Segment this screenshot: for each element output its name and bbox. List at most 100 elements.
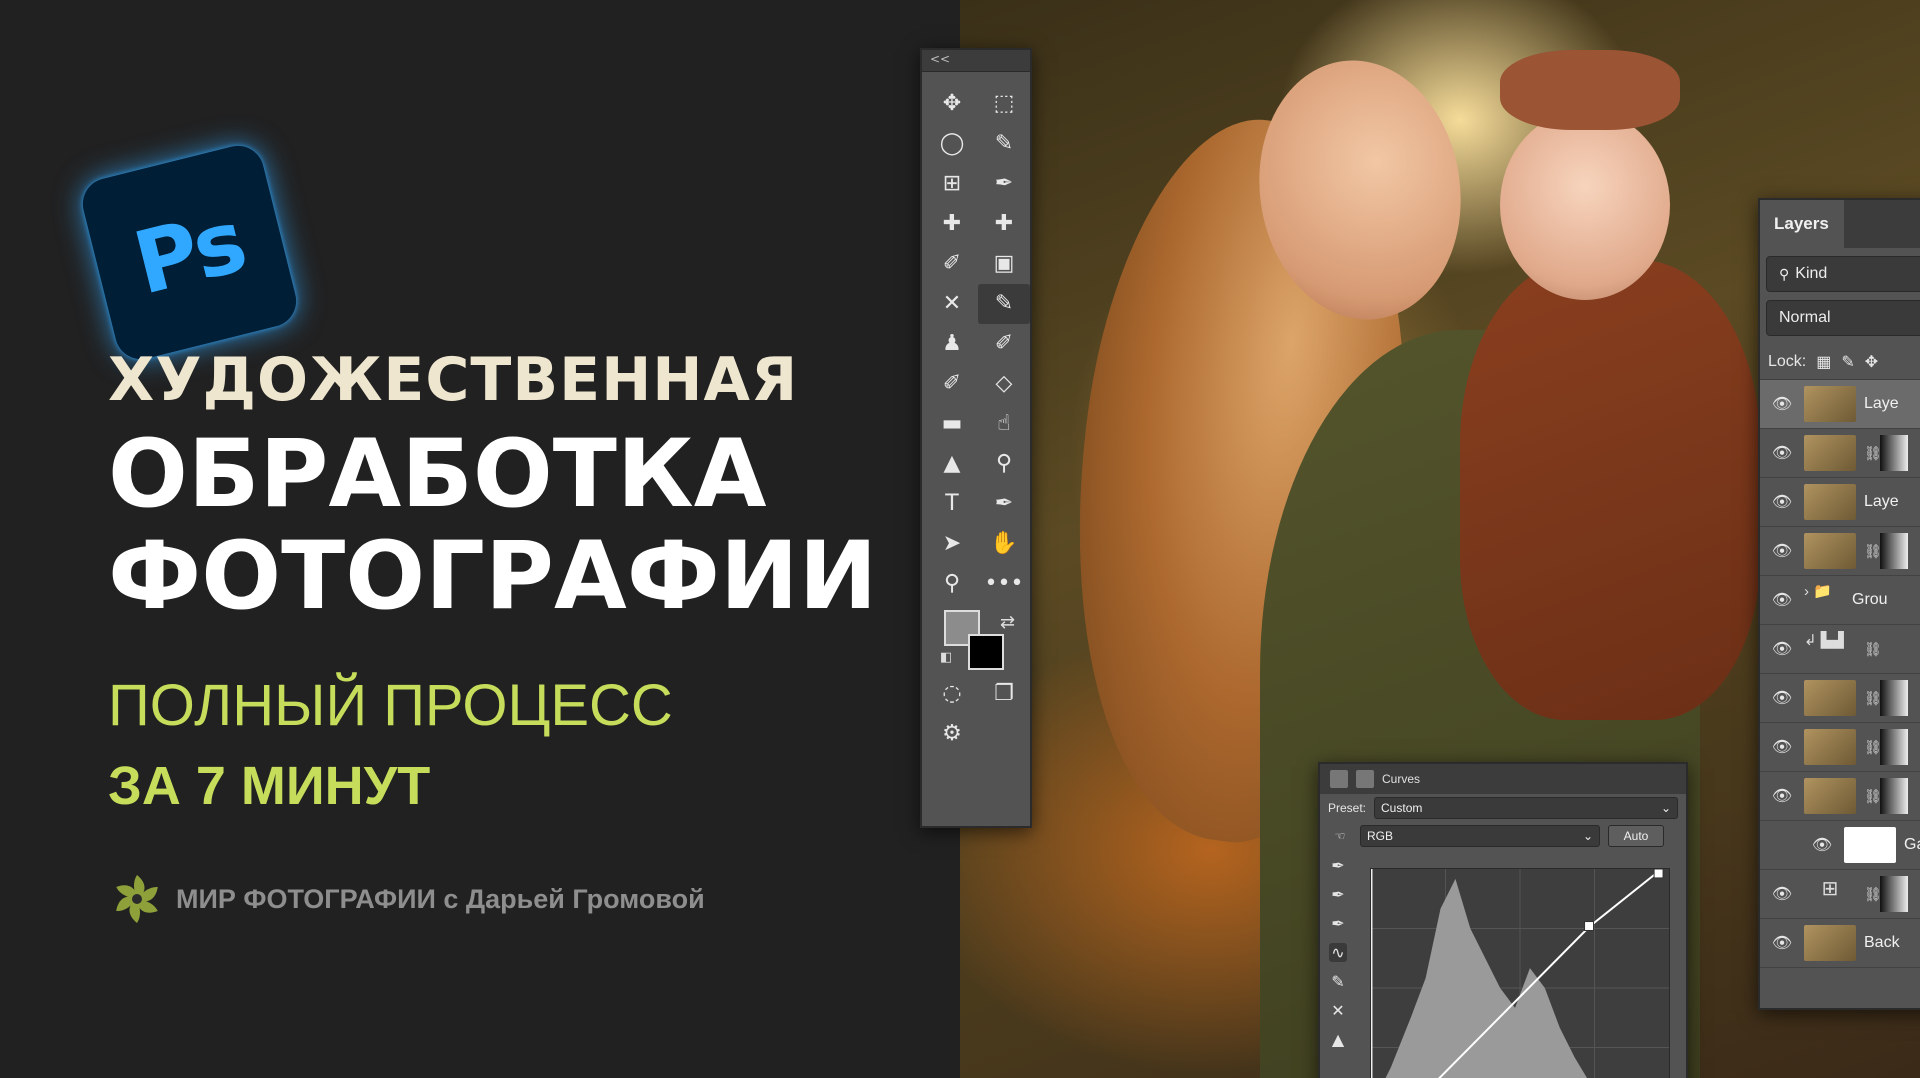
- mask-link-icon[interactable]: ⛓: [1864, 886, 1882, 903]
- curves-graph[interactable]: [1370, 868, 1670, 1078]
- screen-mode-icon[interactable]: ❐: [978, 674, 1030, 714]
- mask-link-icon[interactable]: ⛓: [1864, 641, 1882, 658]
- photoshop-logo-text: Ps: [124, 190, 255, 315]
- visibility-eye-icon[interactable]: 👁: [1760, 688, 1804, 708]
- pen-tool-icon[interactable]: ✒: [978, 484, 1030, 524]
- layer-row[interactable]: 👁 ⛓: [1760, 723, 1920, 772]
- visibility-eye-icon[interactable]: 👁: [1760, 492, 1804, 512]
- title-line-3: ФОТОГРАФИИ: [108, 522, 878, 631]
- kind-filter-dropdown[interactable]: ⚲ Kind: [1766, 256, 1920, 292]
- zoom-tool-icon[interactable]: ⚲: [926, 564, 978, 604]
- object-select-tool-icon[interactable]: ✎: [978, 124, 1030, 164]
- mask-link-icon[interactable]: ⛓: [1864, 445, 1882, 462]
- preset-dropdown[interactable]: Custom ⌄: [1374, 797, 1678, 819]
- move-tool-icon[interactable]: ✥: [926, 84, 978, 124]
- tools-panel-header[interactable]: <<: [922, 50, 1030, 72]
- layer-row[interactable]: 👁 ⛓: [1760, 429, 1920, 478]
- brand-flower-icon: [116, 875, 158, 923]
- layer-mask-thumbnail[interactable]: [1880, 729, 1908, 765]
- layer-mask-thumbnail[interactable]: [1880, 533, 1908, 569]
- clipping-warning-icon[interactable]: ▲: [1332, 1030, 1344, 1049]
- spot-healing-tool-icon[interactable]: ✚: [926, 204, 978, 244]
- channel-dropdown[interactable]: RGB ⌄: [1360, 825, 1600, 847]
- tab-layers[interactable]: Layers: [1760, 200, 1844, 248]
- background-color-swatch[interactable]: [968, 634, 1004, 670]
- visibility-eye-icon[interactable]: 👁: [1760, 786, 1804, 806]
- layer-row[interactable]: 👁 ⊞ ⛓: [1760, 870, 1920, 919]
- mask-link-icon[interactable]: ⛓: [1864, 690, 1882, 707]
- crop-tool-icon[interactable]: ⊞: [926, 164, 978, 204]
- layer-thumbnail: [1804, 729, 1856, 765]
- mask-icon[interactable]: [1356, 770, 1374, 788]
- mask-link-icon[interactable]: ⛓: [1864, 739, 1882, 756]
- layer-row[interactable]: 👁 Laye: [1760, 478, 1920, 527]
- layer-row[interactable]: 👁 ⛓: [1760, 674, 1920, 723]
- brush-tool-icon[interactable]: ✎: [978, 284, 1030, 324]
- path-select-tool-icon[interactable]: ➤: [926, 524, 978, 564]
- layer-row[interactable]: 👁 Back: [1760, 919, 1920, 968]
- tools-grid: ✥ ⬚ ◯ ✎ ⊞ ✒ ✚ ✚ ✐ ▣ ✕ ✎ ♟ ✐ ✐ ◇ ▬ ☝ ▲ ⚲ T ✒ ➤ ✋ ⚲ •••: [922, 72, 1030, 604]
- visibility-eye-icon[interactable]: 👁: [1760, 541, 1804, 561]
- visibility-eye-icon[interactable]: 👁: [1760, 590, 1804, 610]
- curves-panel: Curves Preset: Custom ⌄ ☜ RGB ⌄ Auto ✒ ✒…: [1318, 762, 1688, 1078]
- healing-brush-tool-icon[interactable]: ✚: [978, 204, 1030, 244]
- layer-row[interactable]: 👁 › 📁 Grou: [1760, 576, 1920, 625]
- mask-link-icon[interactable]: ⛓: [1864, 788, 1882, 805]
- type-tool-icon[interactable]: T: [926, 484, 978, 524]
- marquee-tool-icon[interactable]: ⬚: [978, 84, 1030, 124]
- layer-mask-thumbnail[interactable]: [1880, 680, 1908, 716]
- patch-tool-icon[interactable]: ✐: [926, 244, 978, 284]
- red-eye-tool-icon[interactable]: ✕: [926, 284, 978, 324]
- layer-row[interactable]: 👁 ⛓: [1760, 527, 1920, 576]
- visibility-eye-icon[interactable]: 👁: [1760, 884, 1804, 904]
- smooth-curve-icon[interactable]: ✕: [1331, 1001, 1344, 1020]
- lock-position-icon[interactable]: ✥: [1865, 352, 1878, 372]
- content-aware-tool-icon[interactable]: ▣: [978, 244, 1030, 284]
- history-brush-tool-icon[interactable]: ✐: [978, 324, 1030, 364]
- layer-mask-thumbnail[interactable]: [1880, 778, 1908, 814]
- lock-label: Lock:: [1768, 352, 1807, 370]
- blend-mode-dropdown[interactable]: Normal: [1766, 300, 1920, 336]
- swap-colors-icon[interactable]: ⇄: [1000, 612, 1015, 633]
- default-colors-icon[interactable]: ◧: [940, 650, 952, 665]
- layer-row[interactable]: 👁 ⛓: [1760, 772, 1920, 821]
- visibility-eye-icon[interactable]: 👁: [1760, 394, 1804, 414]
- lock-pixels-icon[interactable]: ✎: [1841, 352, 1854, 372]
- blend-mode-value: Normal: [1779, 309, 1831, 326]
- lasso-tool-icon[interactable]: ◯: [926, 124, 978, 164]
- auto-button[interactable]: Auto: [1608, 825, 1664, 847]
- visibility-eye-icon[interactable]: 👁: [1760, 639, 1804, 659]
- visibility-eye-icon[interactable]: 👁: [1800, 835, 1844, 855]
- eyedropper-tool-icon[interactable]: ✒: [978, 164, 1030, 204]
- quick-mask-icon[interactable]: ◌: [926, 674, 978, 714]
- photo-baby-face-shape: [1500, 110, 1670, 300]
- visibility-eye-icon[interactable]: 👁: [1760, 443, 1804, 463]
- hand-tool-icon[interactable]: ✋: [978, 524, 1030, 564]
- more-tools-icon[interactable]: •••: [978, 564, 1030, 604]
- edit-toolbar-icon[interactable]: ⚙: [926, 714, 978, 754]
- collapse-panel-icon[interactable]: <<: [930, 52, 950, 66]
- gradient-tool-icon[interactable]: ▬: [926, 404, 978, 444]
- mask-link-icon[interactable]: ⛓: [1864, 543, 1882, 560]
- visibility-eye-icon[interactable]: 👁: [1760, 933, 1804, 953]
- dodge-tool-icon[interactable]: ⚲: [978, 444, 1030, 484]
- smudge-tool-icon[interactable]: ☝: [978, 404, 1030, 444]
- eraser-tool-icon[interactable]: ◇: [978, 364, 1030, 404]
- color-swatches: ⇄ ◧: [922, 604, 1030, 674]
- art-history-brush-tool-icon[interactable]: ✐: [926, 364, 978, 404]
- visibility-eye-icon[interactable]: 👁: [1760, 737, 1804, 757]
- pencil-draw-icon[interactable]: ✎: [1331, 972, 1344, 991]
- clone-stamp-tool-icon[interactable]: ♟: [926, 324, 978, 364]
- layer-mask-thumbnail[interactable]: [1880, 876, 1908, 912]
- lock-transparency-icon[interactable]: ▦: [1816, 352, 1831, 372]
- layer-row[interactable]: 👁 ↲ ▙▟ ⛓: [1760, 625, 1920, 674]
- gray-point-eyedropper-icon[interactable]: ✒: [1331, 885, 1344, 904]
- layer-mask-thumbnail[interactable]: [1880, 435, 1908, 471]
- white-point-eyedropper-icon[interactable]: ✒: [1331, 914, 1344, 933]
- sharpen-tool-icon[interactable]: ▲: [926, 444, 978, 484]
- black-point-eyedropper-icon[interactable]: ✒: [1331, 856, 1344, 875]
- layer-row[interactable]: 👁 Laye: [1760, 380, 1920, 429]
- on-image-adjust-icon[interactable]: ☜: [1328, 829, 1352, 843]
- curve-points-icon[interactable]: ∿: [1329, 943, 1347, 962]
- layer-row[interactable]: 👁 Ga: [1760, 821, 1920, 870]
